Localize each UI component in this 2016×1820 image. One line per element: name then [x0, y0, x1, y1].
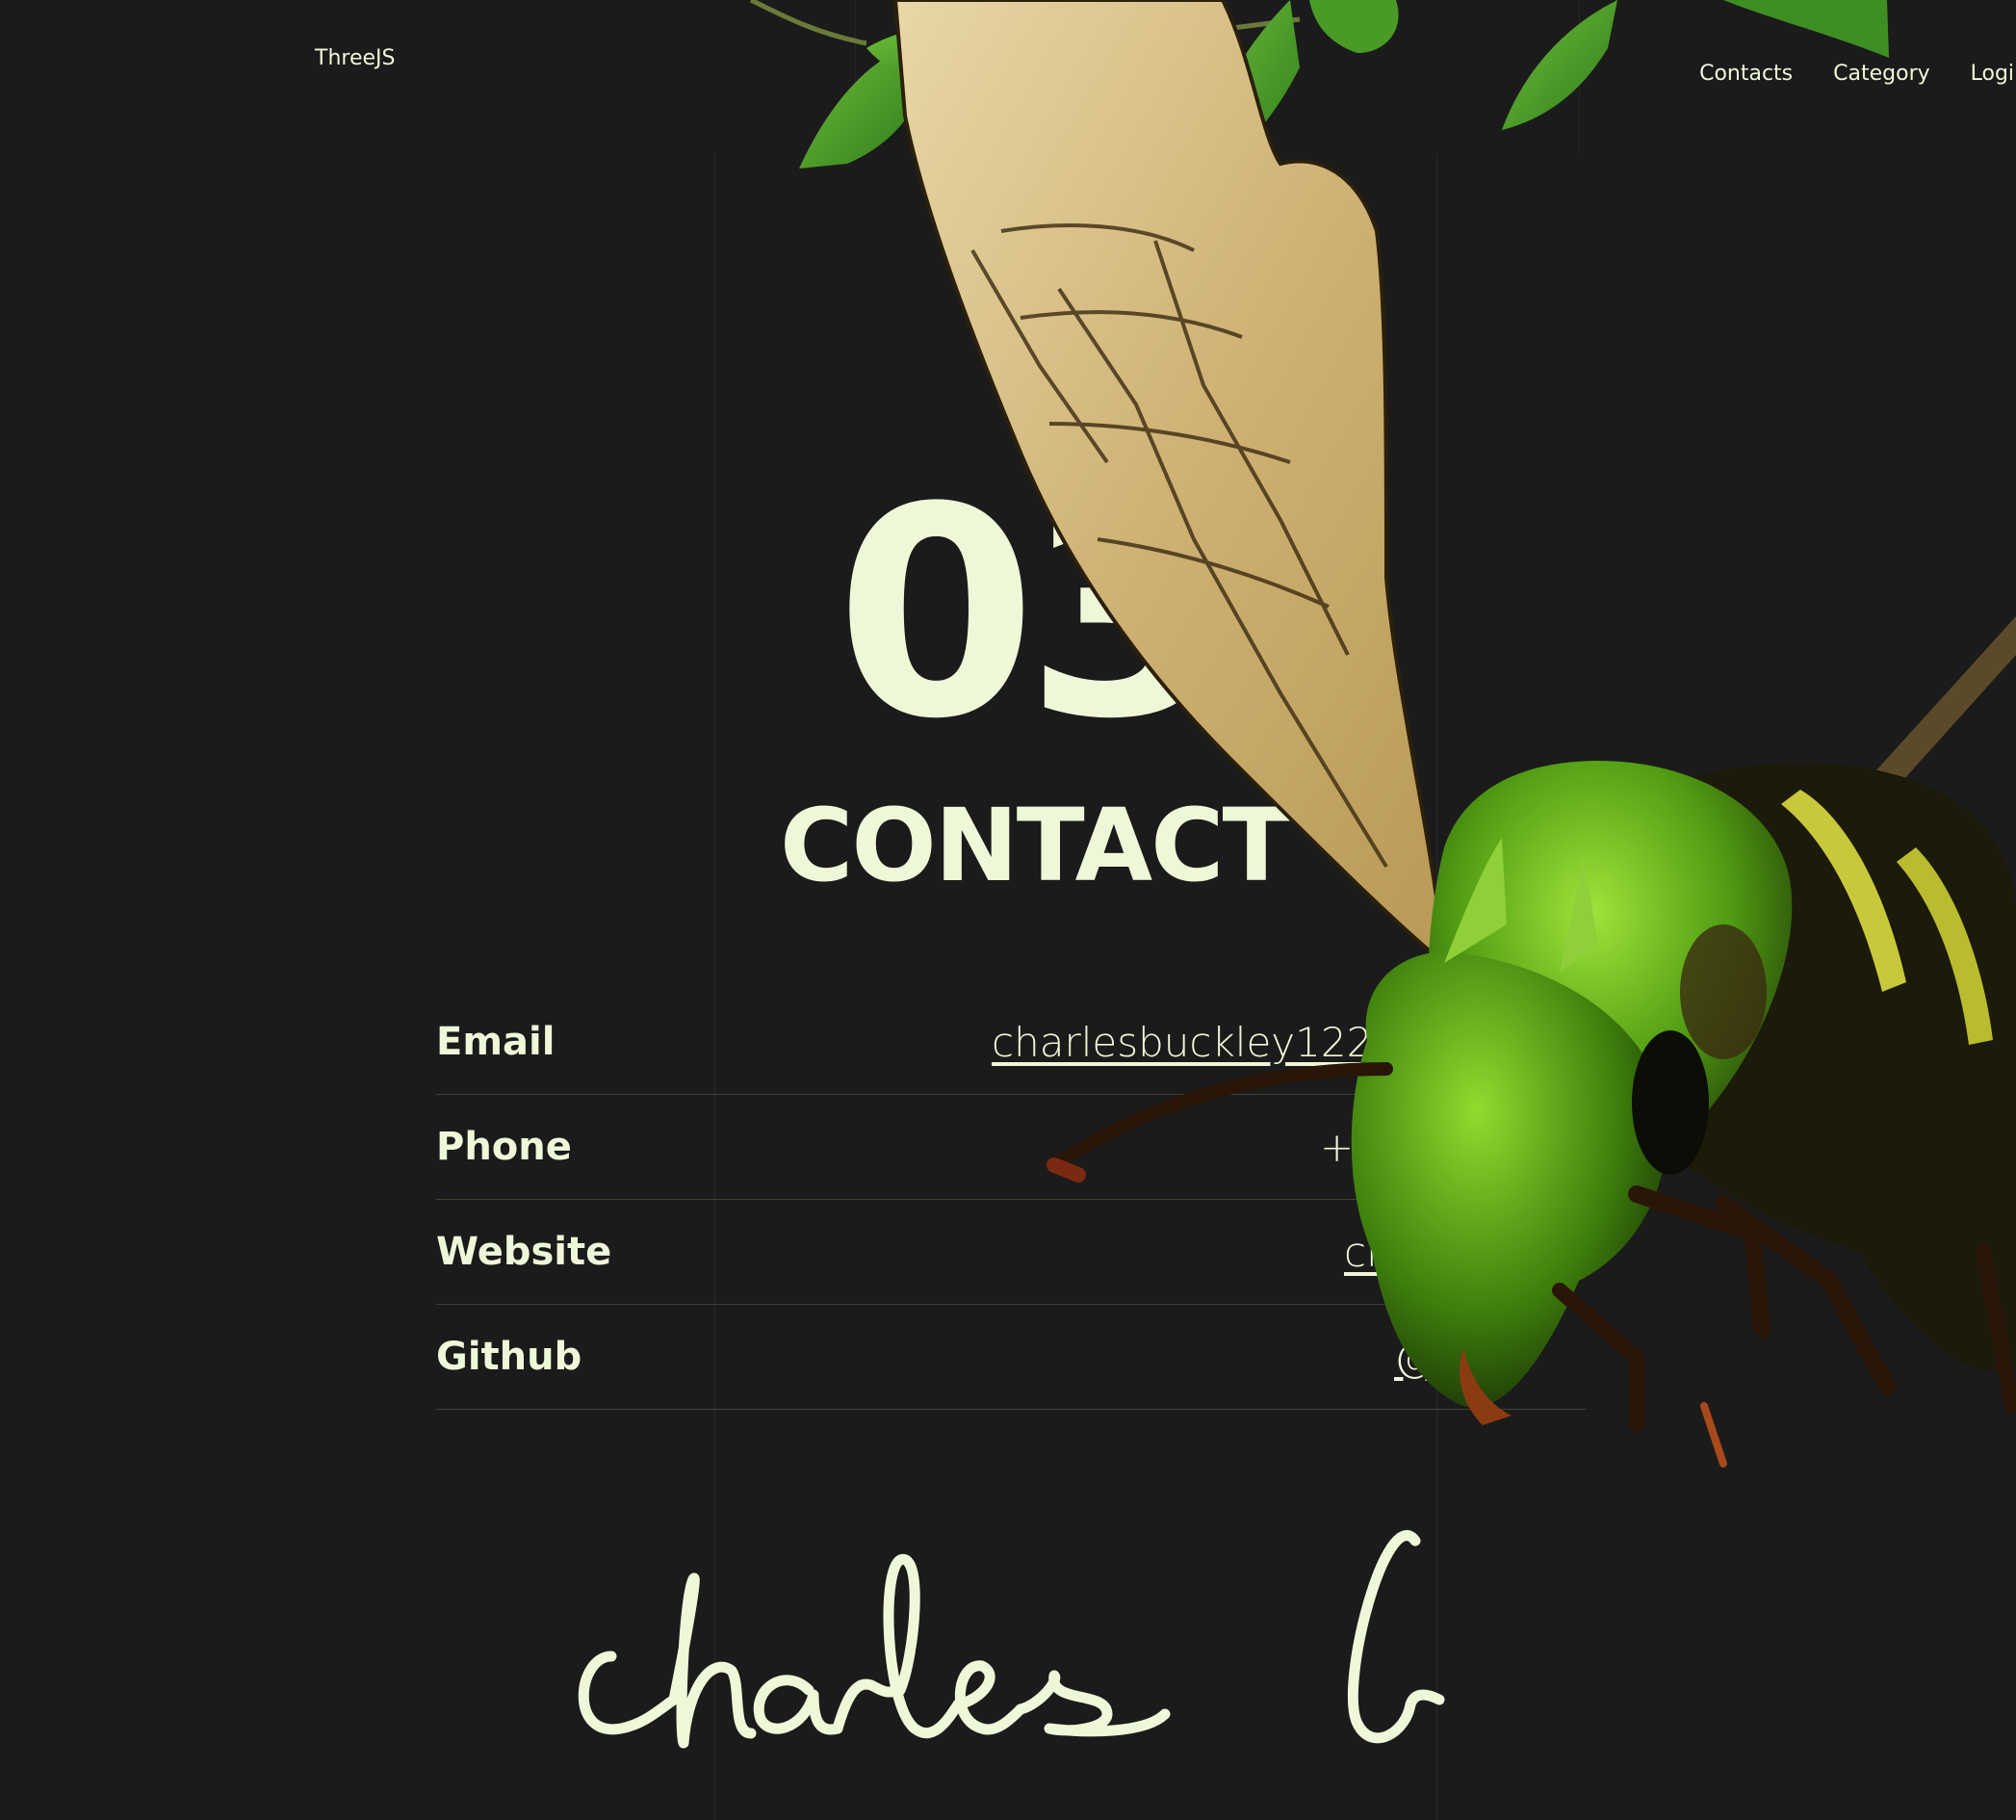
nav-login[interactable]: Login [1971, 62, 2016, 86]
contact-label-github: Github [436, 1335, 582, 1379]
contact-label-website: Website [436, 1230, 612, 1274]
leaves-decoration [749, 0, 1889, 183]
contact-page: ThreeJS Contacts Category Login 03 CONTA… [0, 0, 2016, 1820]
brand-logo[interactable]: ThreeJS [315, 46, 395, 70]
contact-row-phone: Phone + [436, 1095, 1587, 1200]
contact-list: Email charlesbuckley122@ Phone + Website… [436, 990, 1587, 1410]
contact-row-github: Github @0 x [436, 1305, 1587, 1410]
grid-line [855, 0, 856, 154]
contact-label-email: Email [436, 1020, 556, 1064]
contact-row-email: Email charlesbuckley122@ [436, 990, 1587, 1095]
nav-category[interactable]: Category [1833, 62, 1930, 86]
section-number: 03 [836, 446, 1226, 782]
contact-row-website: Website cha [436, 1200, 1587, 1305]
grid-line [1579, 0, 1580, 154]
email-link[interactable]: charlesbuckley122@ [992, 1019, 1412, 1066]
section-title: CONTACT [780, 787, 1290, 904]
phone-link[interactable]: + [1320, 1124, 1354, 1171]
contact-label-phone: Phone [436, 1125, 572, 1169]
top-nav: Contacts Category Login [1699, 62, 2016, 86]
github-link[interactable]: @0 x [1394, 1334, 1497, 1381]
website-link[interactable]: cha [1344, 1229, 1416, 1276]
signature-image [578, 1530, 1445, 1749]
nav-contacts[interactable]: Contacts [1699, 62, 1793, 86]
